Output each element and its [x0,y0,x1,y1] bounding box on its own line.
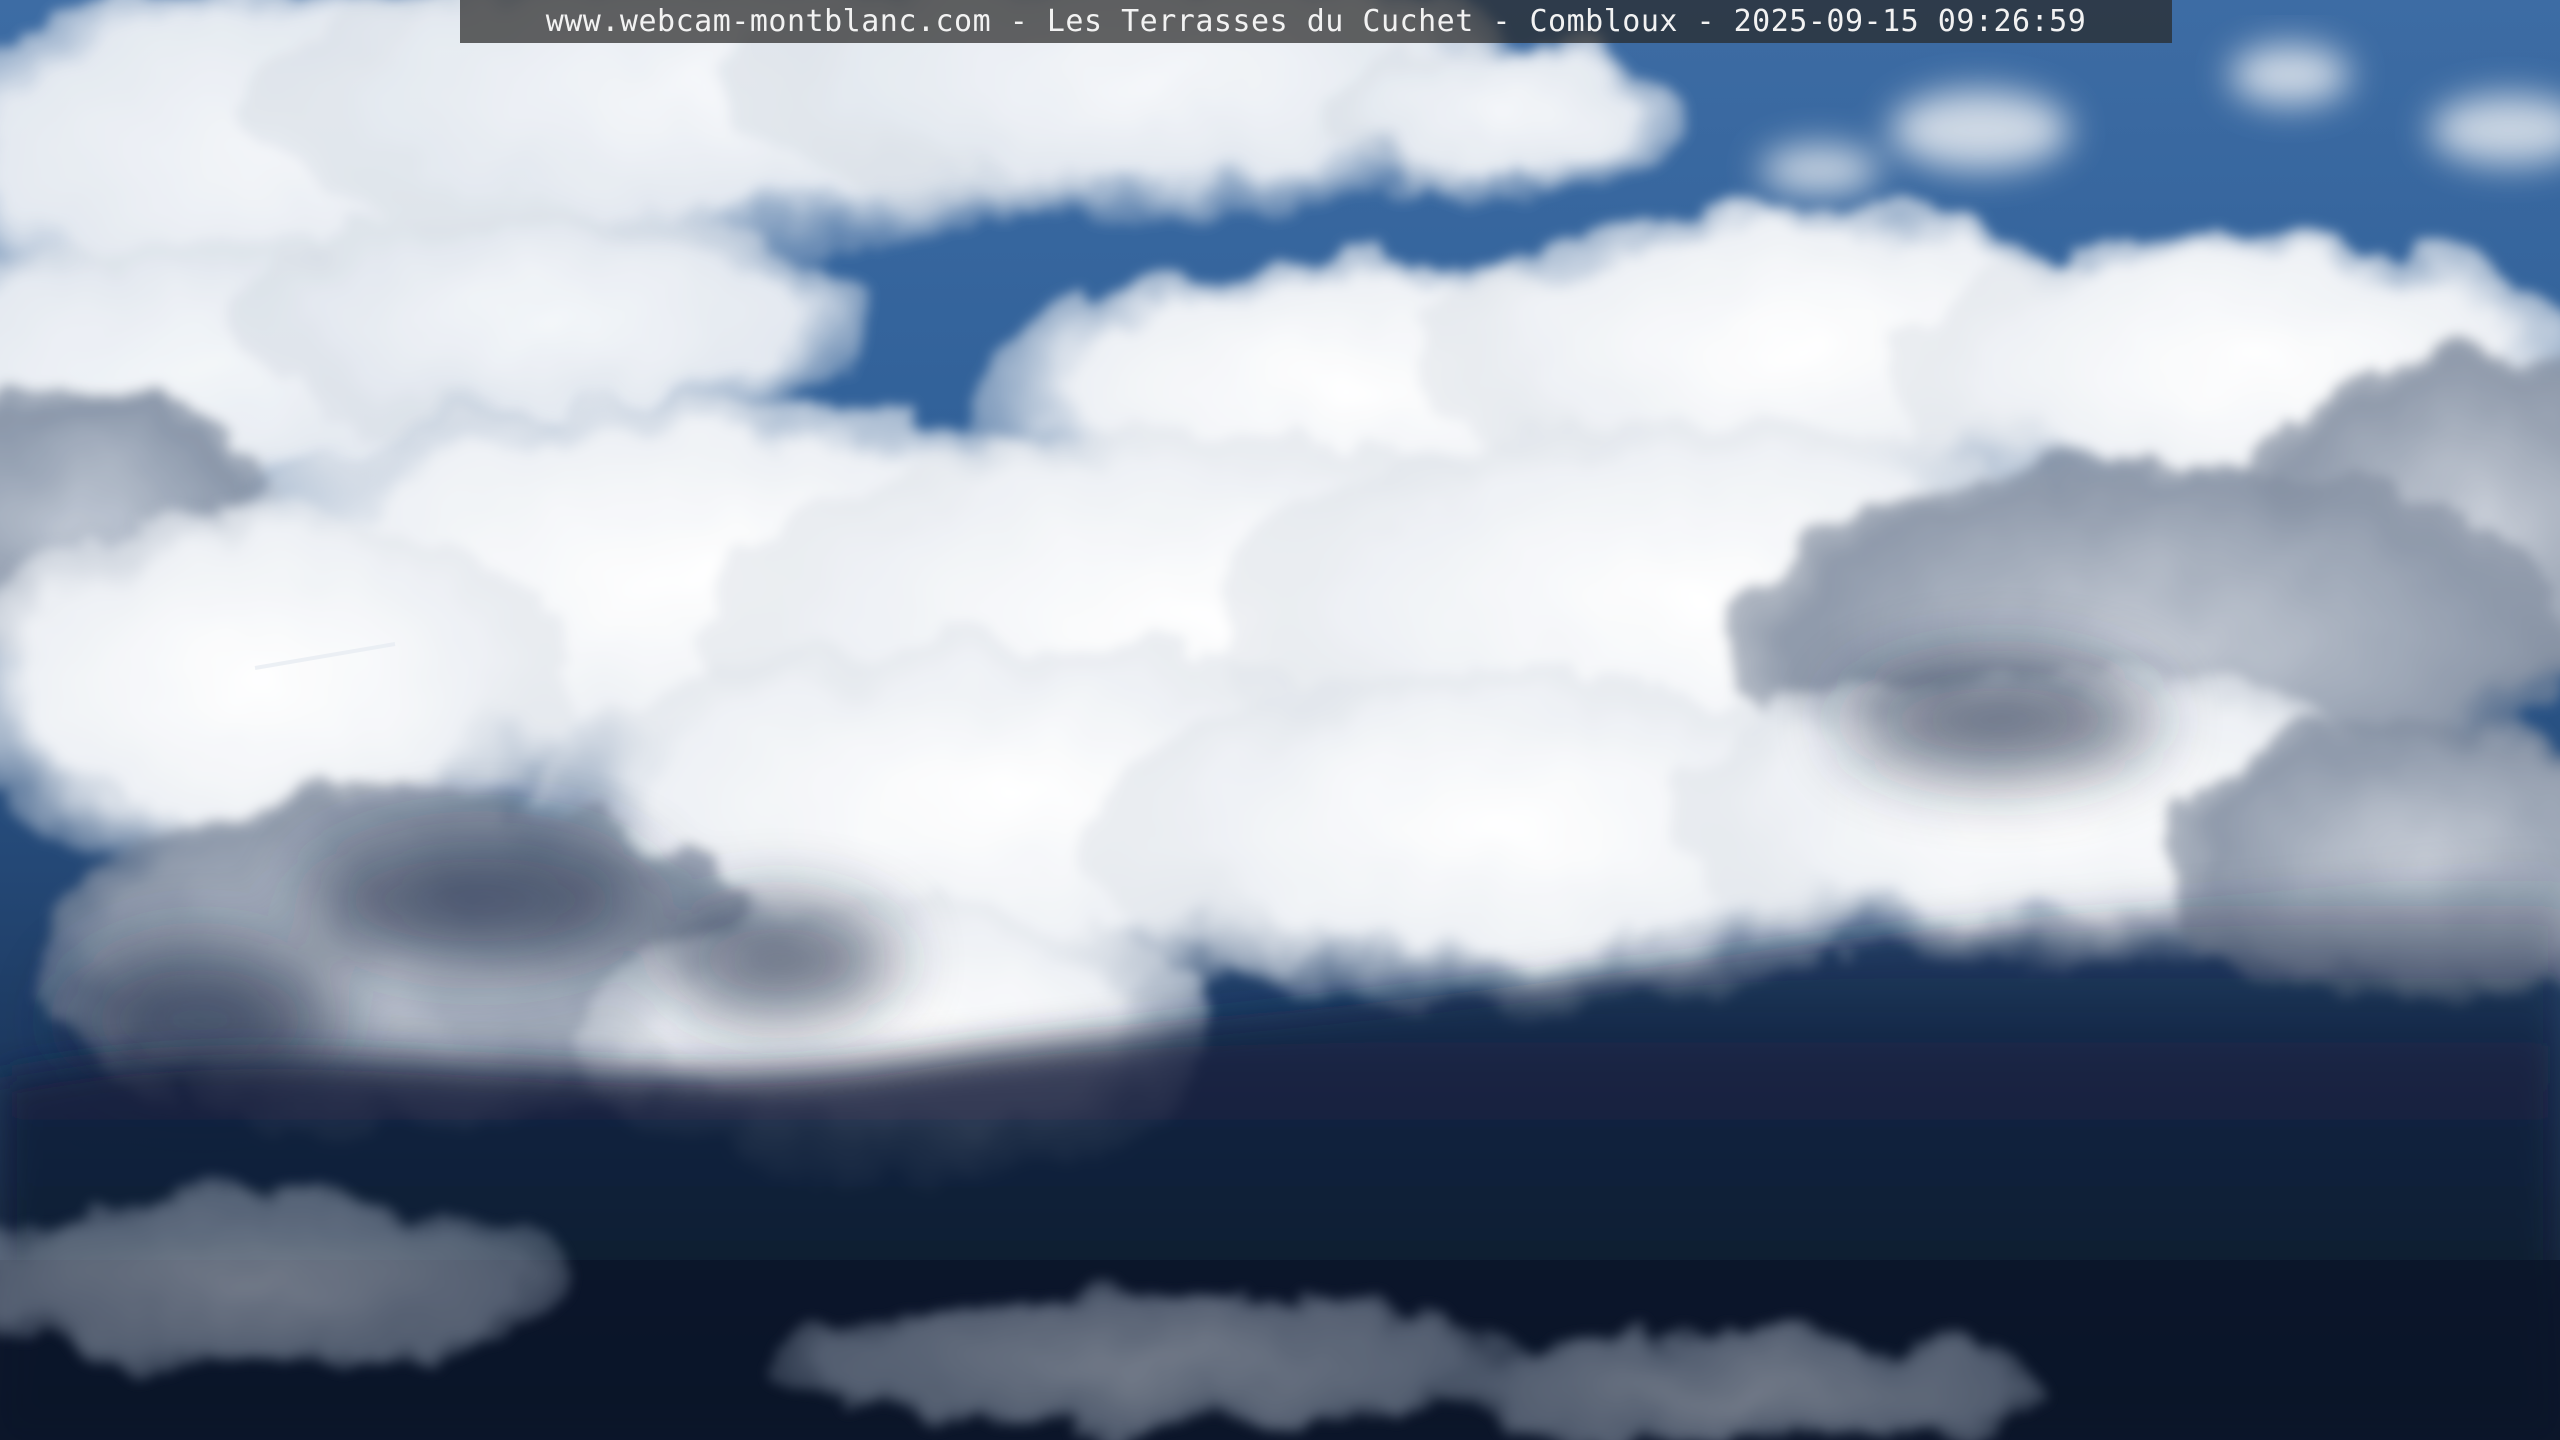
webcam-image: www.webcam-montblanc.com - Les Terrasses… [0,0,2560,1440]
cloud-scene [0,0,2560,1440]
webcam-caption-bar: www.webcam-montblanc.com - Les Terrasses… [460,0,2172,43]
webcam-caption: www.webcam-montblanc.com - Les Terrasses… [545,4,2087,39]
